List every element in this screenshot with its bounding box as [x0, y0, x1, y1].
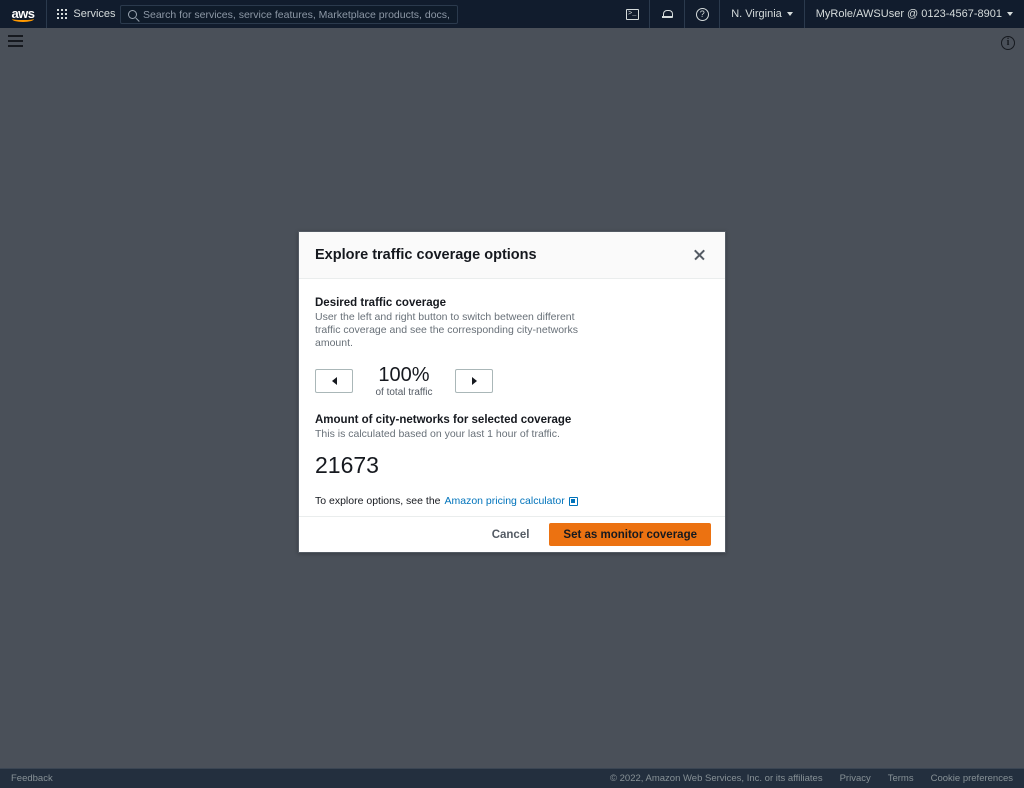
explore-traffic-coverage-modal: Explore traffic coverage options Desired… — [298, 231, 726, 553]
chevron-down-icon — [786, 12, 793, 16]
external-link-icon — [568, 496, 578, 506]
city-networks-section: Amount of city-networks for selected cov… — [315, 414, 709, 478]
desired-coverage-description: User the left and right button to switch… — [315, 311, 579, 349]
account-menu[interactable]: MyRole/AWSUser @ 0123-4567-8901 — [805, 0, 1024, 28]
aws-logo-smile-icon — [12, 16, 34, 22]
modal-body: Desired traffic coverage User the left a… — [299, 279, 725, 516]
question-mark-icon: ? — [695, 7, 709, 21]
arrow-left-icon — [331, 377, 337, 385]
cloudshell-button[interactable]: >_ — [615, 0, 649, 28]
aws-logo[interactable]: aws — [0, 0, 46, 28]
increase-coverage-button[interactable] — [455, 369, 493, 393]
info-icon[interactable]: i — [1001, 36, 1015, 50]
account-label: MyRole/AWSUser @ 0123-4567-8901 — [815, 8, 1002, 20]
coverage-value-group: 100% of total traffic — [357, 364, 451, 399]
hamburger-menu-icon[interactable] — [8, 34, 24, 48]
city-networks-label: Amount of city-networks for selected cov… — [315, 414, 572, 426]
grid-icon — [57, 8, 68, 20]
feedback-link[interactable]: Feedback — [0, 773, 53, 784]
privacy-link[interactable]: Privacy — [840, 773, 871, 784]
arrow-right-icon — [471, 377, 477, 385]
nav-right-group: >_ ? N. Virginia MyRole/AWSUser @ 0123-4… — [615, 0, 1024, 28]
services-menu-button[interactable]: Services — [47, 0, 126, 28]
pricing-calculator-prefix: To explore options, see the — [315, 495, 441, 507]
modal-header: Explore traffic coverage options — [299, 232, 725, 279]
page-footer: Feedback © 2022, Amazon Web Services, In… — [0, 768, 1024, 788]
decrease-coverage-button[interactable] — [315, 369, 353, 393]
set-as-monitor-coverage-button[interactable]: Set as monitor coverage — [549, 523, 711, 546]
desired-coverage-section: Desired traffic coverage User the left a… — [315, 297, 709, 350]
bell-icon — [662, 9, 674, 19]
cancel-button[interactable]: Cancel — [484, 525, 538, 545]
cookie-preferences-link[interactable]: Cookie preferences — [931, 773, 1013, 784]
secondary-bar: i — [0, 28, 1024, 56]
pricing-calculator-line: To explore options, see the Amazon prici… — [315, 495, 709, 507]
region-selector[interactable]: N. Virginia — [720, 0, 804, 28]
region-label: N. Virginia — [731, 8, 782, 20]
coverage-percent-value: 100% — [378, 363, 430, 386]
modal-footer: Cancel Set as monitor coverage — [299, 516, 725, 552]
search-icon — [128, 10, 137, 19]
close-icon[interactable] — [689, 244, 711, 266]
city-networks-description: This is calculated based on your last 1 … — [315, 428, 560, 440]
services-menu-label: Services — [73, 8, 116, 20]
notifications-button[interactable] — [650, 0, 684, 28]
chevron-down-icon — [1007, 12, 1013, 16]
desired-coverage-label: Desired traffic coverage — [315, 297, 447, 309]
terms-link[interactable]: Terms — [888, 773, 914, 784]
cloudshell-icon: >_ — [625, 8, 639, 20]
help-button[interactable]: ? — [685, 0, 719, 28]
modal-title: Explore traffic coverage options — [315, 247, 537, 263]
copyright-text: © 2022, Amazon Web Services, Inc. or its… — [609, 773, 823, 784]
top-navigation-bar: aws Services Search for services, servic… — [0, 0, 1024, 28]
search-input[interactable]: Search for services, service features, M… — [120, 5, 458, 24]
amazon-pricing-calculator-link[interactable]: Amazon pricing calculator — [445, 495, 565, 507]
coverage-stepper: 100% of total traffic — [315, 364, 709, 398]
city-networks-value: 21673 — [315, 452, 379, 478]
footer-links-group: © 2022, Amazon Web Services, Inc. or its… — [610, 773, 1024, 784]
search-placeholder: Search for services, service features, M… — [143, 8, 450, 21]
coverage-percent-sublabel: of total traffic — [375, 386, 433, 398]
